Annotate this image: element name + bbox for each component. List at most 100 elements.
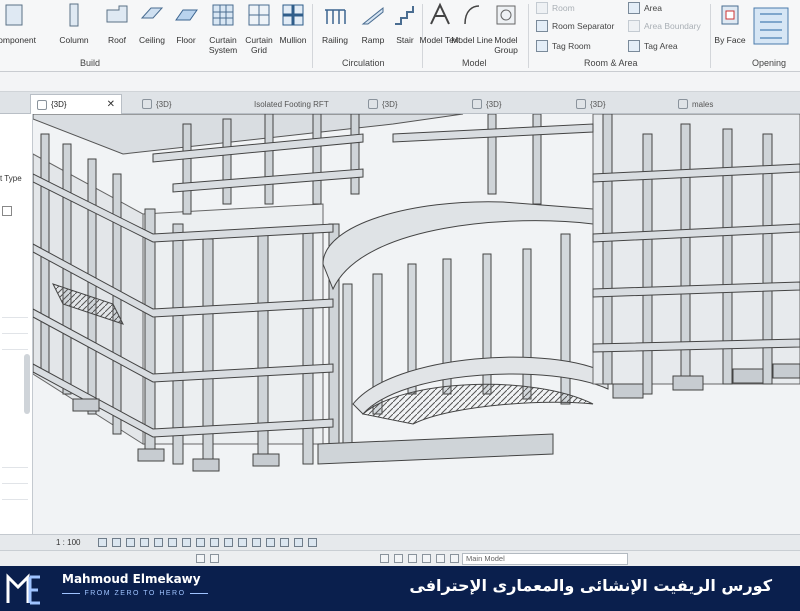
3d-view-icon: [142, 99, 152, 109]
tag-area-button[interactable]: Tag Area: [628, 38, 678, 54]
3d-view-icon: [678, 99, 688, 109]
stair-icon: [395, 6, 414, 25]
view-tab-bar: {3D} ✕ {3D} Isolated Footing RFT {3D} {3…: [0, 92, 800, 114]
select-links-icon[interactable]: [408, 554, 417, 563]
property-row: [2, 336, 28, 350]
ceiling-icon: [140, 7, 164, 19]
reveal-hidden-icon[interactable]: [224, 538, 233, 547]
property-row: [2, 470, 28, 484]
more-icon[interactable]: [308, 538, 317, 547]
analytical-icon[interactable]: [252, 538, 261, 547]
property-row: [2, 320, 28, 334]
tab-males[interactable]: males: [672, 94, 719, 114]
ribbon: Component Column Roof Ceiling Floor Curt…: [0, 0, 800, 72]
tab-3d[interactable]: {3D}: [570, 94, 612, 114]
room-button[interactable]: Room: [536, 0, 575, 16]
close-tab-icon[interactable]: ✕: [107, 99, 115, 110]
tab-3d[interactable]: {3D}: [136, 94, 178, 114]
column-button[interactable]: Column: [52, 0, 96, 56]
by-face-button[interactable]: By Face: [708, 0, 752, 56]
sun-path-icon[interactable]: [126, 538, 135, 547]
shadows-icon[interactable]: [140, 538, 149, 547]
branding-footer: Mahmoud Elmekawy FROM ZERO TO HERO كورس …: [0, 566, 800, 611]
view-control-bar: 1 : 100: [0, 534, 800, 550]
model-group-button[interactable]: Model Group: [484, 0, 528, 56]
3d-view-icon: [37, 99, 47, 110]
highlight-icon[interactable]: [280, 538, 289, 547]
hide-isolate-icon[interactable]: [210, 538, 219, 547]
main-model-dropdown[interactable]: Main Model: [462, 553, 628, 565]
model-group-icon: [496, 5, 516, 25]
temp-view-icon[interactable]: [238, 538, 247, 547]
revit-window: Component Column Roof Ceiling Floor Curt…: [0, 0, 800, 611]
show-icon[interactable]: [294, 538, 303, 547]
group-divider: [528, 4, 529, 68]
detail-level-icon[interactable]: [98, 538, 107, 547]
room-separator-icon: [536, 20, 548, 32]
select-pinned-icon[interactable]: [436, 554, 445, 563]
roof-icon: [106, 5, 128, 23]
tag-area-icon: [628, 40, 640, 52]
view-scale[interactable]: 1 : 100: [56, 538, 80, 547]
property-row: [2, 304, 28, 318]
curtain-system-icon: [212, 4, 234, 26]
properties-panel: t Type: [0, 114, 33, 534]
3d-view-icon: [576, 99, 586, 109]
tab-isolated-footing-rft[interactable]: Isolated Footing RFT: [248, 94, 335, 114]
design-options-icon[interactable]: [210, 554, 219, 563]
status-bar: Main Model: [0, 550, 800, 566]
lock-view-icon[interactable]: [196, 538, 205, 547]
circulation-group-label: Circulation: [342, 58, 385, 68]
scrollbar[interactable]: [24, 354, 30, 414]
room-area-group-label: Room & Area: [584, 58, 638, 68]
editable-only-icon[interactable]: [394, 554, 403, 563]
curtain-grid-icon: [248, 4, 270, 26]
constraints-icon[interactable]: [266, 538, 275, 547]
area-button[interactable]: Area: [628, 0, 662, 16]
area-icon: [628, 2, 640, 14]
area-boundary-icon: [628, 20, 640, 32]
area-boundary-button[interactable]: Area Boundary: [628, 18, 701, 34]
visual-style-icon[interactable]: [112, 538, 121, 547]
room-separator-button[interactable]: Room Separator: [536, 18, 614, 34]
3d-view-icon: [368, 99, 378, 109]
floor-icon: [175, 9, 198, 21]
drag-elements-icon[interactable]: [450, 554, 459, 563]
3d-viewport[interactable]: [33, 114, 800, 534]
model-group-label: Model: [462, 58, 487, 68]
build-group-label: Build: [80, 58, 101, 68]
property-row: [2, 454, 28, 468]
presenter-name: Mahmoud Elmekawy: [62, 572, 201, 586]
railing-icon: [325, 9, 346, 24]
tab-3d[interactable]: {3D}: [362, 94, 404, 114]
column-icon: [69, 3, 79, 27]
type-label: t Type: [0, 174, 22, 183]
crop-view-icon[interactable]: [168, 538, 177, 547]
course-title: كورس الريفيت الإنشائى والمعمارى الإحتراف…: [409, 576, 772, 595]
structural-3d-model: [33, 114, 800, 472]
tagline-rule: [189, 593, 209, 594]
checkbox[interactable]: [2, 206, 12, 216]
select-underlay-icon[interactable]: [422, 554, 431, 563]
tab-3d[interactable]: {3D}: [466, 94, 508, 114]
worksets-icon[interactable]: [196, 554, 205, 563]
property-row: [2, 486, 28, 500]
component-icon: [5, 4, 23, 26]
room-icon: [536, 2, 548, 14]
options-bar: [0, 72, 800, 92]
tagline: FROM ZERO TO HERO: [62, 590, 209, 597]
filter-icon[interactable]: [380, 554, 389, 563]
tag-room-icon: [536, 40, 548, 52]
tag-room-button[interactable]: Tag Room: [536, 38, 591, 54]
render-icon[interactable]: [154, 538, 163, 547]
model-line-icon: [464, 5, 480, 25]
show-crop-icon[interactable]: [182, 538, 191, 547]
mahmoud-elmekawy-logo: [6, 573, 40, 605]
tab-3d-active[interactable]: {3D} ✕: [30, 94, 122, 114]
3d-view-icon: [472, 99, 482, 109]
mullion-icon: [282, 4, 304, 26]
opening-group-label: Opening: [752, 58, 787, 68]
shaft-opening-icon[interactable]: [750, 4, 792, 48]
mullion-button[interactable]: Mullion: [271, 0, 315, 56]
component-button[interactable]: Component: [0, 0, 36, 56]
